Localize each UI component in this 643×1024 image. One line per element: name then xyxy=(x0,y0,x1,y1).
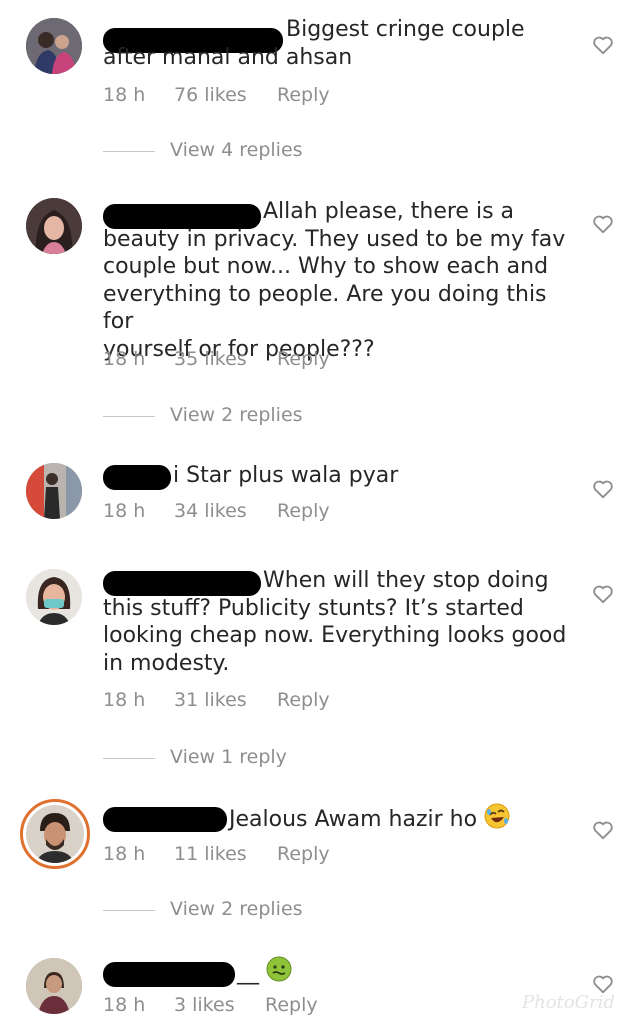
view-replies-label: View 1 reply xyxy=(170,746,287,768)
likes-count[interactable]: 31 likes xyxy=(174,689,247,711)
comment-text: When will they stop doing this stuff? Pu… xyxy=(103,568,567,676)
view-replies-label: View 4 replies xyxy=(170,139,303,161)
heart-outline-icon[interactable] xyxy=(592,214,614,234)
comment-text: __ xyxy=(103,956,573,990)
reply-button[interactable]: Reply xyxy=(277,689,330,711)
replies-divider xyxy=(103,151,155,152)
avatar[interactable] xyxy=(26,569,82,625)
replies-divider xyxy=(103,416,155,417)
comment-text: Biggest cringe couple after manal and ah… xyxy=(103,17,525,70)
timestamp: 18 h xyxy=(103,843,146,865)
view-replies-label: View 2 replies xyxy=(170,898,303,920)
heart-outline-icon[interactable] xyxy=(592,584,614,604)
heart-outline-icon[interactable] xyxy=(592,820,614,840)
likes-count[interactable]: 34 likes xyxy=(174,500,247,522)
view-replies-label: View 2 replies xyxy=(170,404,303,426)
timestamp: 18 h xyxy=(103,689,146,711)
avatar[interactable] xyxy=(26,18,82,74)
timestamp: 18 h xyxy=(103,348,146,370)
nauseated-face-emoji xyxy=(266,956,292,990)
timestamp: 18 h xyxy=(103,84,146,106)
likes-count[interactable]: 3 likes xyxy=(174,994,235,1016)
replies-divider xyxy=(103,910,155,911)
likes-count[interactable]: 76 likes xyxy=(174,84,247,106)
avatar-story-ring[interactable] xyxy=(20,799,90,869)
avatar[interactable] xyxy=(26,463,82,519)
timestamp: 18 h xyxy=(103,500,146,522)
likes-count[interactable]: 11 likes xyxy=(174,843,247,865)
heart-outline-icon[interactable] xyxy=(592,974,614,994)
replies-divider xyxy=(103,758,155,759)
rolling-laughing-emoji xyxy=(484,803,510,837)
comment-text: Allah please, there is a beauty in priva… xyxy=(103,199,566,362)
avatar[interactable] xyxy=(26,198,82,254)
reply-button[interactable]: Reply xyxy=(265,994,318,1016)
photogrid-watermark: PhotoGrid xyxy=(522,992,615,1013)
likes-count[interactable]: 35 likes xyxy=(174,348,247,370)
reply-button[interactable]: Reply xyxy=(277,500,330,522)
avatar[interactable] xyxy=(26,958,82,1014)
reply-button[interactable]: Reply xyxy=(277,348,330,370)
heart-outline-icon[interactable] xyxy=(592,479,614,499)
heart-outline-icon[interactable] xyxy=(592,35,614,55)
timestamp: 18 h xyxy=(103,994,146,1016)
comment-text: Jealous Awam hazir ho xyxy=(103,803,573,837)
comment-text: i Star plus wala pyar xyxy=(173,463,399,488)
reply-button[interactable]: Reply xyxy=(277,843,330,865)
reply-button[interactable]: Reply xyxy=(277,84,330,106)
